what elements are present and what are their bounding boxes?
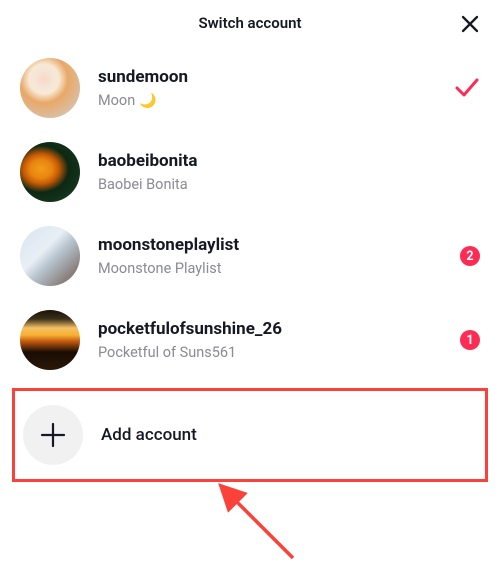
plus-icon — [39, 421, 67, 449]
account-username: baobeibonita — [98, 151, 480, 171]
account-displayname: Pocketful of Suns561 — [98, 344, 460, 361]
badge-count: 1 — [460, 330, 480, 350]
switch-account-modal: Switch account sundemoon Moon 🌙 — [0, 0, 500, 482]
close-icon — [461, 15, 479, 33]
account-info: moonstoneplaylist Moonstone Playlist — [98, 235, 460, 277]
avatar — [20, 142, 80, 202]
account-info: pocketfulofsunshine_26 Pocketful of Suns… — [98, 319, 460, 361]
add-account-button[interactable]: Add account — [15, 393, 485, 477]
account-row[interactable]: sundemoon Moon 🌙 — [0, 46, 500, 130]
avatar — [20, 310, 80, 370]
moon-emoji-icon: 🌙 — [139, 93, 156, 109]
account-displayname: Moonstone Playlist — [98, 260, 460, 277]
account-info: baobeibonita Baobei Bonita — [98, 151, 480, 193]
account-username: moonstoneplaylist — [98, 235, 460, 255]
selected-indicator — [454, 75, 480, 101]
account-row[interactable]: baobeibonita Baobei Bonita — [0, 130, 500, 214]
badge-count: 2 — [460, 246, 480, 266]
plus-icon-circle — [23, 405, 83, 465]
checkmark-icon — [454, 75, 480, 101]
arrow-annotation-icon — [215, 480, 305, 570]
modal-header: Switch account — [0, 0, 500, 42]
notification-badge: 2 — [460, 246, 480, 266]
notification-badge: 1 — [460, 330, 480, 350]
account-info: sundemoon Moon 🌙 — [98, 67, 454, 109]
close-button[interactable] — [458, 12, 482, 36]
account-row[interactable]: pocketfulofsunshine_26 Pocketful of Suns… — [0, 298, 500, 382]
add-account-label: Add account — [101, 425, 197, 445]
account-row[interactable]: moonstoneplaylist Moonstone Playlist 2 — [0, 214, 500, 298]
account-displayname: Baobei Bonita — [98, 176, 480, 193]
account-list: sundemoon Moon 🌙 baobeibonita Baobei Bon… — [0, 42, 500, 382]
account-username: sundemoon — [98, 67, 454, 87]
avatar — [20, 226, 80, 286]
highlight-annotation: Add account — [12, 388, 488, 482]
account-username: pocketfulofsunshine_26 — [98, 319, 460, 339]
avatar — [20, 58, 80, 118]
account-displayname: Moon 🌙 — [98, 92, 454, 109]
modal-title: Switch account — [198, 14, 301, 32]
